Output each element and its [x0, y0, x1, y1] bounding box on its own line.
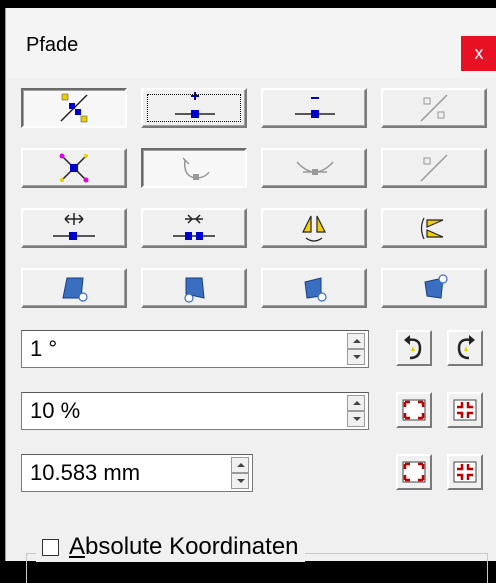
scale-up-arrow[interactable] — [347, 395, 365, 411]
mirror-horizontal-icon — [420, 217, 444, 240]
corner-node-button[interactable] — [141, 148, 247, 188]
remove-node-button[interactable] — [261, 88, 367, 128]
symmetric-node-icon — [296, 161, 334, 175]
absolute-coordinates-label[interactable]: Absolute Koordinaten — [69, 533, 299, 561]
offset-down-arrow[interactable] — [231, 473, 249, 489]
contract-horizontal-icon — [173, 214, 215, 240]
skew-up-button[interactable] — [381, 268, 487, 308]
symmetric-node-button[interactable] — [261, 148, 367, 188]
scale-down-arrow[interactable] — [347, 411, 365, 427]
mnemonic-letter: A — [69, 533, 86, 560]
add-node-icon — [175, 92, 215, 118]
offset-stepper[interactable] — [231, 457, 249, 489]
rotate-ccw-button[interactable] — [396, 330, 432, 366]
break-path-icon — [60, 93, 88, 123]
cusp-node-button[interactable] — [381, 148, 487, 188]
shrink-icon — [453, 461, 477, 483]
scale-down-button[interactable] — [447, 392, 483, 428]
spread-horizontal-icon — [53, 213, 95, 240]
window-title: Pfade — [26, 34, 79, 56]
angle-stepper[interactable] — [347, 333, 365, 365]
title-bar: Pfade x — [6, 8, 496, 78]
cusp-node-icon — [420, 154, 448, 182]
offset-shrink-button[interactable] — [447, 454, 483, 490]
angle-input[interactable] — [22, 331, 368, 367]
spread-horizontal-button[interactable] — [21, 208, 127, 248]
skew-up-icon — [424, 274, 448, 299]
skew-right-button[interactable] — [261, 268, 367, 308]
scale-input[interactable] — [22, 393, 368, 429]
expand-icon — [402, 461, 426, 483]
shrink-icon — [453, 399, 477, 421]
scale-spinbox[interactable] — [21, 392, 369, 430]
angle-down-arrow[interactable] — [347, 349, 365, 365]
corner-node-icon — [182, 157, 210, 180]
angle-up-arrow[interactable] — [347, 333, 365, 349]
skew-down-icon — [184, 277, 205, 303]
rotate-cw-icon — [457, 335, 475, 360]
skew-right-icon — [304, 277, 327, 302]
absolute-coordinates-checkbox-row[interactable]: Absolute Koordinaten — [36, 532, 305, 562]
skew-left-icon — [62, 277, 88, 302]
label-rest: bsolute Koordinaten — [85, 533, 299, 560]
mirror-horizontal-button[interactable] — [381, 208, 487, 248]
add-node-button[interactable] — [141, 88, 247, 128]
contract-horizontal-button[interactable] — [141, 208, 247, 248]
mirror-vertical-icon — [302, 215, 326, 242]
offset-up-arrow[interactable] — [231, 457, 249, 473]
join-nodes-button[interactable] — [381, 88, 487, 128]
scale-up-button[interactable] — [396, 392, 432, 428]
offset-spinbox[interactable] — [21, 454, 253, 492]
join-nodes-icon — [420, 94, 448, 122]
paths-dialog: Pfade x 1 ° 10 % 10.583 mm Absolute Koor… — [5, 8, 496, 583]
remove-node-icon — [295, 97, 335, 118]
rotate-cw-button[interactable] — [447, 330, 483, 366]
smooth-node-icon — [59, 153, 89, 183]
scale-stepper[interactable] — [347, 395, 365, 427]
rotate-ccw-icon — [404, 335, 422, 360]
angle-spinbox[interactable] — [21, 330, 369, 368]
mirror-vertical-button[interactable] — [261, 208, 367, 248]
absolute-coordinates-checkbox[interactable] — [42, 538, 59, 556]
smooth-node-button[interactable] — [21, 148, 127, 188]
skew-left-button[interactable] — [21, 268, 127, 308]
offset-input[interactable] — [22, 455, 252, 491]
break-path-button[interactable] — [21, 88, 127, 128]
close-button[interactable]: x — [461, 36, 496, 71]
close-icon[interactable]: x — [475, 43, 484, 63]
offset-grow-button[interactable] — [396, 454, 432, 490]
skew-down-button[interactable] — [141, 268, 247, 308]
expand-icon — [402, 399, 426, 421]
